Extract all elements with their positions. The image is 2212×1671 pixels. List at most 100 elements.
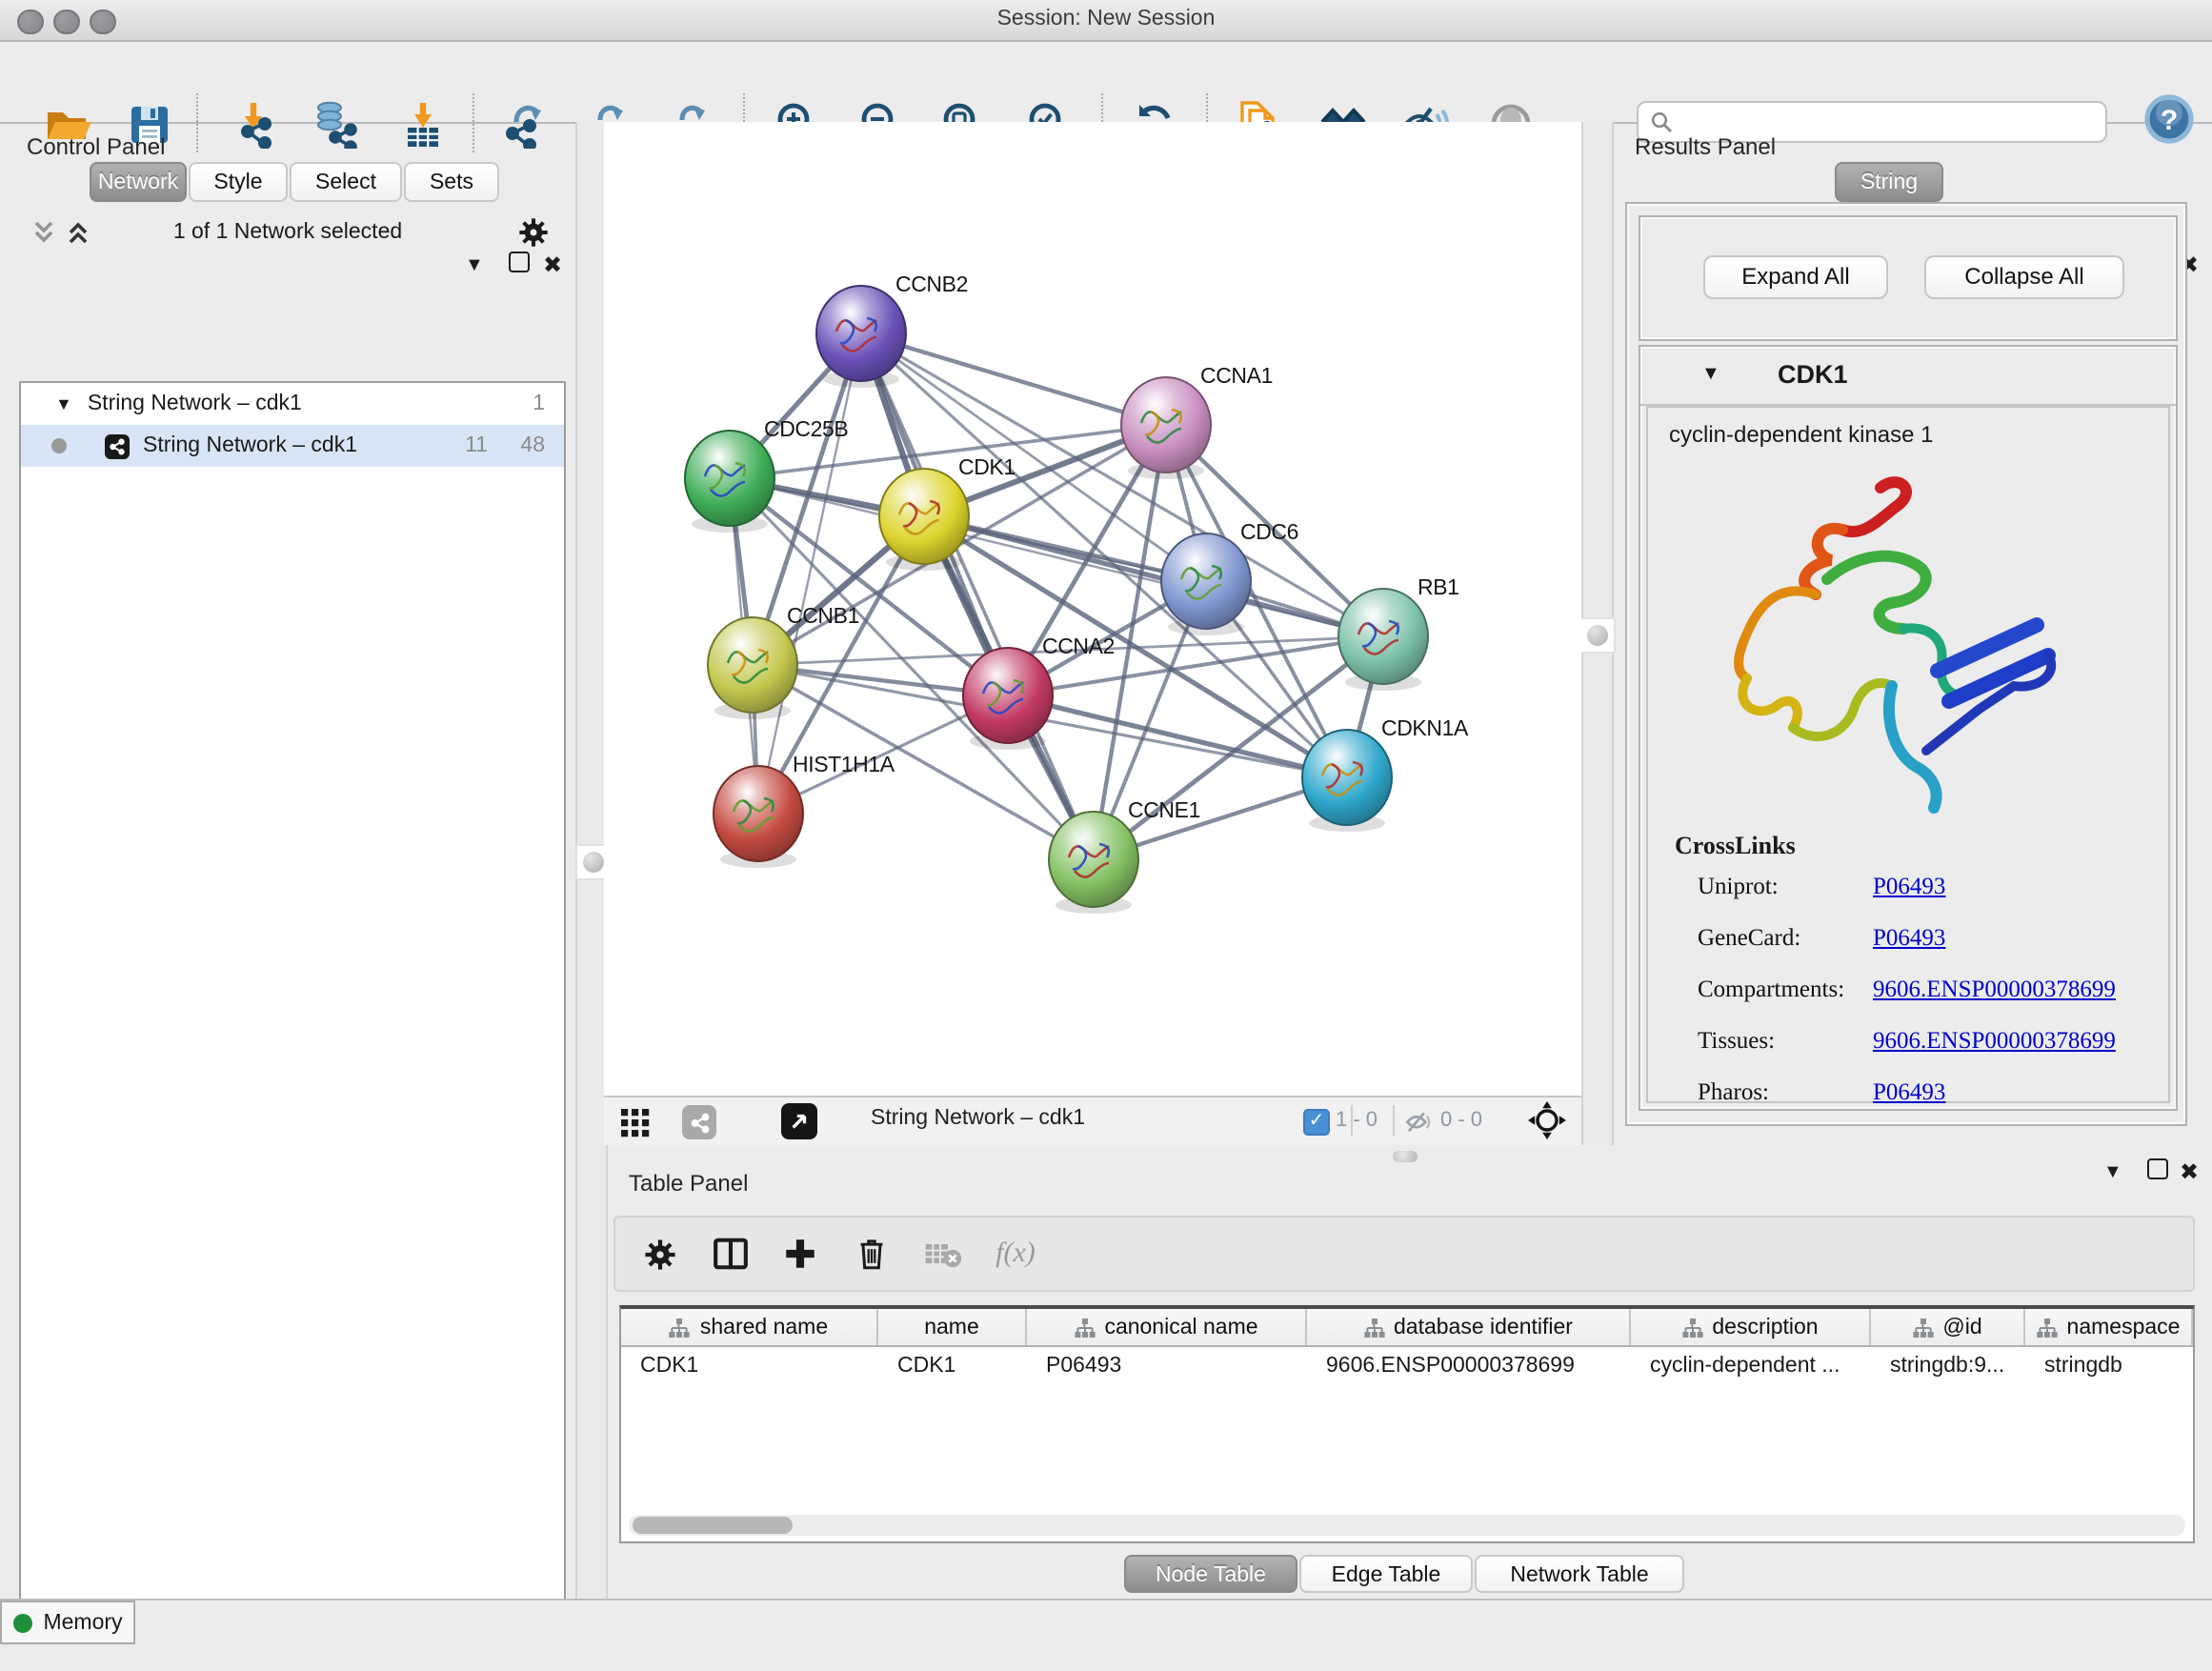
crosslink-link[interactable]: P06493: [1873, 1078, 1945, 1105]
table-panel-menu-icon[interactable]: ▼: [2103, 1162, 2122, 1183]
horizontal-scrollbar-track[interactable]: [629, 1515, 2185, 1536]
tab-select[interactable]: Select: [290, 162, 402, 202]
table-cell: stringdb:9...: [1871, 1347, 2025, 1383]
network-node-CDK1[interactable]: CDK1: [879, 454, 1016, 571]
main-toolbar: ?: [0, 42, 2212, 124]
crosslink-link[interactable]: 9606.ENSP00000378699: [1873, 976, 2116, 1002]
gene-section-header[interactable]: ▼ CDK1: [1640, 347, 2176, 406]
gene-description: cyclin-dependent kinase 1: [1669, 421, 1934, 448]
svg-text:CDC25B: CDC25B: [764, 416, 848, 441]
column-header-shared-name[interactable]: shared name: [621, 1309, 878, 1345]
locate-crosshair-icon[interactable]: [1528, 1101, 1566, 1139]
collapse-all-button[interactable]: Collapse All: [1924, 255, 2124, 299]
column-network-icon: [1074, 1318, 1095, 1337]
string-results-container: Expand All Collapse All ▼ CDK1 cyclin-de…: [1625, 202, 2187, 1126]
tab-network-table[interactable]: Network Table: [1475, 1555, 1684, 1593]
network-label: String Network – cdk1: [143, 434, 357, 457]
window-title: Session: New Session: [0, 8, 2212, 30]
column-label: @id: [1942, 1316, 1981, 1339]
add-column-icon[interactable]: [775, 1229, 825, 1278]
network-canvas[interactable]: CCNB2CCNA1CDC25BCDK1CDC6RB1CCNB1CCNA2CDK…: [604, 122, 1581, 1096]
network-view-toolbar: [604, 1096, 1581, 1145]
crosslink-link[interactable]: 9606.ENSP00000378699: [1873, 1027, 2116, 1054]
selected-checkbox-icon[interactable]: ✓: [1303, 1109, 1330, 1136]
table-settings-gear-icon[interactable]: [634, 1229, 684, 1278]
hidden-eye-icon[interactable]: [1404, 1107, 1435, 1136]
tab-style[interactable]: Style: [189, 162, 288, 202]
column-network-icon: [2037, 1318, 2058, 1337]
tree-expander-icon[interactable]: ▼: [55, 394, 72, 413]
control-panel-menu-icon[interactable]: ▼: [465, 255, 484, 276]
memory-button[interactable]: Memory: [0, 1601, 135, 1644]
string-view-icon[interactable]: [682, 1105, 716, 1139]
right-splitter[interactable]: [1581, 122, 1614, 1145]
results-buttons-box: Expand All Collapse All: [1639, 215, 2178, 341]
column-header-namespace[interactable]: namespace: [2025, 1309, 2193, 1345]
memory-label: Memory: [43, 1611, 122, 1634]
delete-column-trash-icon[interactable]: [846, 1229, 895, 1278]
tab-string[interactable]: String: [1835, 162, 1943, 202]
crosslink-label: Tissues:: [1698, 1027, 1873, 1056]
network-node-CDKN1A[interactable]: CDKN1A: [1302, 715, 1469, 832]
expand-all-button[interactable]: Expand All: [1703, 255, 1888, 299]
open-in-window-icon[interactable]: [781, 1103, 817, 1139]
network-node-CCNA1[interactable]: CCNA1: [1121, 363, 1273, 479]
collection-label: String Network – cdk1: [88, 393, 302, 415]
table-cell: P06493: [1027, 1347, 1307, 1383]
network-options-gear-icon[interactable]: [518, 217, 549, 248]
crosslink-link[interactable]: P06493: [1873, 924, 1945, 951]
network-collection-row[interactable]: ▼ String Network – cdk1 1: [21, 383, 564, 425]
network-node-RB1[interactable]: RB1: [1338, 574, 1459, 691]
table-cell: CDK1: [621, 1347, 878, 1383]
column-label: name: [924, 1316, 979, 1339]
edge-count: 48: [520, 434, 545, 457]
control-panel-close-icon[interactable]: ✖: [543, 252, 562, 278]
column-header-@id[interactable]: @id: [1871, 1309, 2025, 1345]
svg-text:RB1: RB1: [1418, 574, 1459, 599]
network-graph[interactable]: CCNB2CCNA1CDC25BCDK1CDC6RB1CCNB1CCNA2CDK…: [604, 122, 1581, 1096]
column-label: namespace: [2067, 1316, 2181, 1339]
gene-name: CDK1: [1778, 360, 1848, 389]
crosslink-row: Uniprot:P06493: [1698, 873, 1945, 901]
tab-node-table[interactable]: Node Table: [1124, 1555, 1297, 1593]
tab-network[interactable]: Network: [90, 162, 187, 202]
table-panel-close-icon[interactable]: ✖: [2180, 1158, 2199, 1185]
network-node-CDC6[interactable]: CDC6: [1161, 519, 1298, 635]
column-header-canonical-name[interactable]: canonical name: [1027, 1309, 1307, 1345]
results-panel: Results Panel ▼ ✖ String Expand All Coll…: [1621, 122, 2212, 1122]
gene-detail-box: cyclin-dependent kinase 1: [1646, 406, 2170, 1103]
section-expander-icon[interactable]: ▼: [1701, 364, 1720, 385]
crosslink-row: Compartments:9606.ENSP00000378699: [1698, 976, 2116, 1004]
node-table: shared name name canonical name database id…: [619, 1305, 2195, 1543]
table-cell: cyclin-dependent ...: [1631, 1347, 1871, 1383]
column-label: shared name: [700, 1316, 828, 1339]
show-columns-icon[interactable]: [705, 1229, 754, 1278]
tab-sets[interactable]: Sets: [404, 162, 499, 202]
column-header-database-identifier[interactable]: database identifier: [1307, 1309, 1631, 1345]
crosslink-label: GeneCard:: [1698, 924, 1873, 953]
column-label: description: [1712, 1316, 1818, 1339]
network-edges: [730, 333, 1383, 859]
column-label: database identifier: [1394, 1316, 1573, 1339]
crosslink-link[interactable]: P06493: [1873, 873, 1945, 899]
network-node-HIST1H1A[interactable]: HIST1H1A: [714, 752, 895, 868]
tab-edge-table[interactable]: Edge Table: [1299, 1555, 1473, 1593]
table-cell: CDK1: [878, 1347, 1027, 1383]
selected-count: 1 - 0: [1336, 1109, 1377, 1132]
network-row-selected[interactable]: String Network – cdk1 11 48: [21, 425, 564, 467]
table-panel-float-icon[interactable]: [2147, 1158, 2168, 1179]
splitter-handle[interactable]: [1579, 617, 1616, 654]
horizontal-scrollbar-thumb[interactable]: [633, 1517, 793, 1534]
grid-view-icon[interactable]: [621, 1109, 650, 1137]
control-panel-float-icon[interactable]: [509, 252, 530, 272]
table-row[interactable]: CDK1CDK1P064939606.ENSP00000378699cyclin…: [621, 1347, 2193, 1383]
crosslink-label: Pharos:: [1698, 1078, 1873, 1107]
network-tree: ▼ String Network – cdk1 1 String Network…: [19, 381, 566, 1671]
column-header-description[interactable]: description: [1631, 1309, 1871, 1345]
memory-status-dot-icon: [12, 1613, 31, 1632]
network-node-CCNB2[interactable]: CCNB2: [816, 272, 968, 388]
column-network-icon: [1363, 1318, 1384, 1337]
svg-text:CCNB1: CCNB1: [787, 603, 859, 628]
column-header-name[interactable]: name: [878, 1309, 1027, 1345]
svg-text:CDKN1A: CDKN1A: [1381, 715, 1469, 740]
